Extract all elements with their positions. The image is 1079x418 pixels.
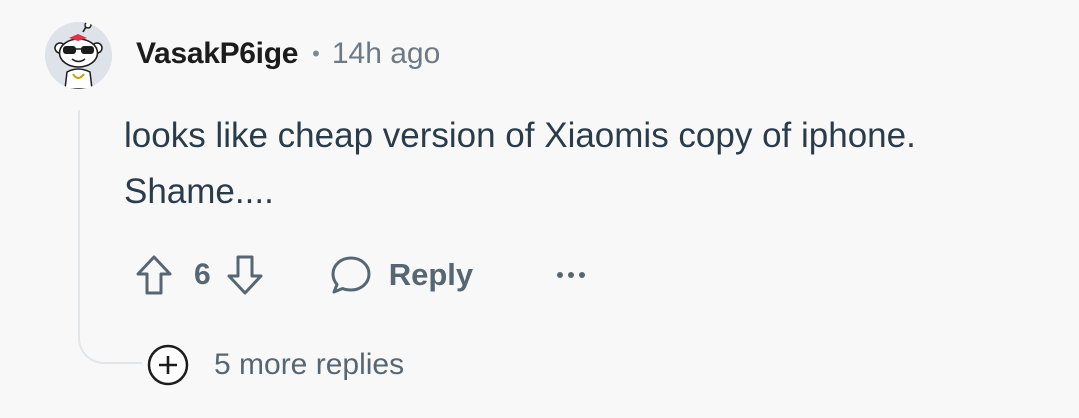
reply-button[interactable]: Reply <box>329 253 473 297</box>
snoo-avatar-icon <box>45 22 112 89</box>
comment-header: VasakP6ige • 14h ago <box>136 34 440 74</box>
reply-label: Reply <box>388 257 474 292</box>
meta-separator: • <box>312 41 320 66</box>
more-options-button[interactable] <box>555 269 587 281</box>
thread-line[interactable] <box>78 110 80 326</box>
upvote-button[interactable] <box>134 253 174 297</box>
user-avatar[interactable] <box>45 22 112 89</box>
plus-circle-icon <box>147 344 189 386</box>
arrow-up-icon <box>136 255 172 295</box>
speech-bubble-icon <box>331 256 371 294</box>
timestamp: 14h ago <box>331 37 441 70</box>
ellipsis-icon <box>557 272 586 278</box>
thread-connector <box>78 310 142 364</box>
vote-count: 6 <box>194 258 211 291</box>
arrow-down-icon <box>227 255 263 295</box>
more-replies-button[interactable]: 5 more replies <box>146 343 404 387</box>
comment-actions: 6 Reply <box>134 250 587 300</box>
more-replies-label: 5 more replies <box>214 348 405 381</box>
comment-body: looks like cheap version of Xiaomis copy… <box>124 116 916 211</box>
username[interactable]: VasakP6ige <box>136 37 298 71</box>
comment-thread: VasakP6ige • 14h ago looks like cheap ve… <box>0 0 1079 418</box>
downvote-button[interactable] <box>225 253 265 297</box>
